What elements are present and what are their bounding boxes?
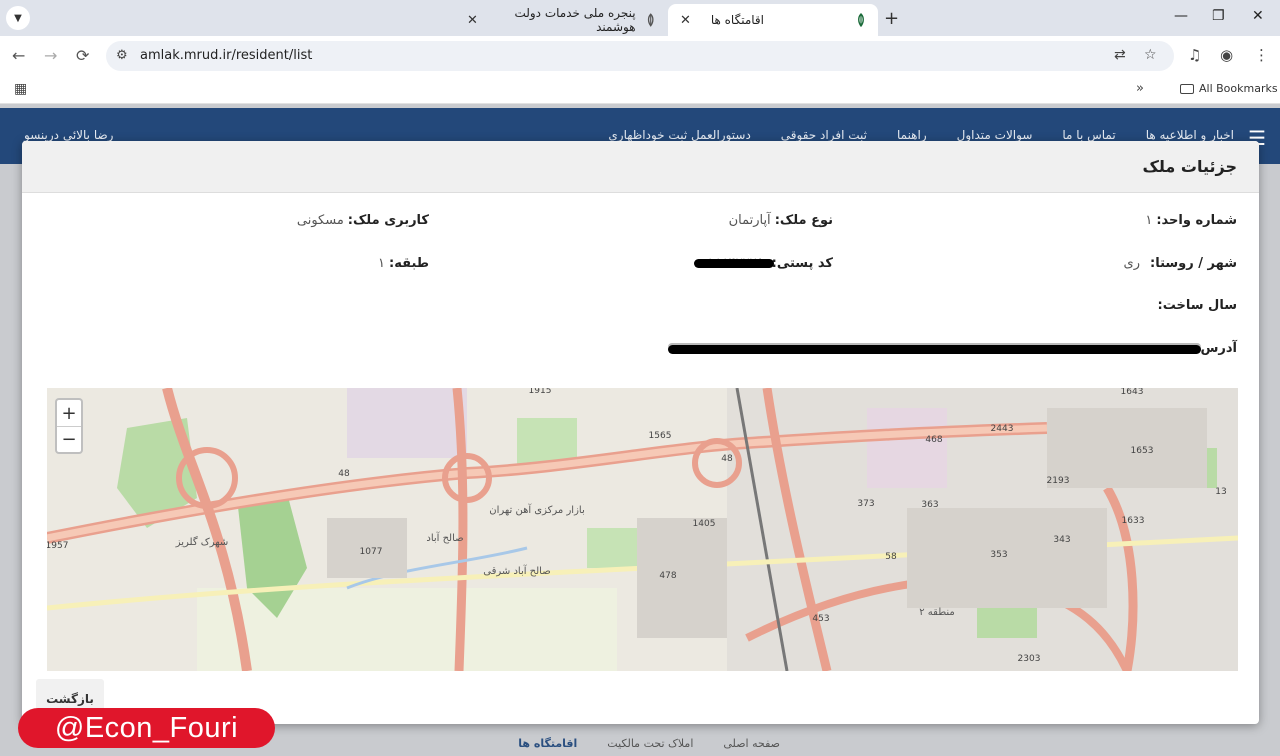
map-label: 1643: [1121, 388, 1144, 397]
media-icon[interactable]: ♫: [1188, 46, 1201, 64]
redaction-mark: [694, 259, 774, 268]
forward-arrow-icon[interactable]: →: [44, 46, 57, 65]
zoom-in-button[interactable]: +: [57, 400, 81, 426]
reload-icon[interactable]: ⟳: [76, 46, 89, 65]
zoom-out-button[interactable]: −: [57, 426, 81, 452]
more-menu-icon[interactable]: ⋮: [1254, 46, 1269, 64]
map-label: 373: [857, 499, 874, 509]
redaction-mark: [668, 345, 1201, 354]
bottom-nav-owned-properties[interactable]: املاک تحت مالکیت: [607, 737, 693, 750]
folder-icon: [1180, 83, 1194, 94]
map-label: 468: [925, 435, 942, 445]
map-zoom-control: + −: [55, 398, 83, 454]
tab-title: اقامتگاه ها: [710, 13, 764, 27]
menu-item-faq[interactable]: سوالات متداول: [957, 128, 1033, 142]
map-label: 453: [812, 614, 829, 624]
property-details-modal: جزئیات ملک شماره واحد:۱ نوع ملک:آپارتمان…: [22, 141, 1259, 724]
map-label: 1405: [693, 519, 716, 529]
field-floor: طبقه:۱: [378, 256, 429, 271]
field-unit-number: شماره واحد:۱: [1145, 213, 1237, 228]
tab-title: پنجره ملی خدمات دولت هوشمند: [514, 6, 636, 34]
map-label: 1077: [360, 547, 383, 557]
map-label: 2193: [1047, 476, 1070, 486]
modal-header: جزئیات ملک: [22, 141, 1259, 193]
more-bookmarks-icon[interactable]: »: [1136, 81, 1144, 96]
close-window-icon[interactable]: ✕: [1252, 8, 1264, 24]
bottom-nav: صفحه اصلی املاک تحت مالکیت اقامتگاه ها: [500, 722, 780, 756]
profile-icon[interactable]: ◉: [1220, 46, 1233, 64]
menu-item-instructions[interactable]: دستورالعمل ثبت خوداظهاری: [608, 128, 750, 142]
location-map[interactable]: 1915 1565 468 2443 1643 1653 2193 13 163…: [47, 388, 1238, 671]
map-label: 363: [921, 500, 938, 510]
tab-government-portal[interactable]: پنجره ملی خدمات دولت هوشمند ✕: [455, 4, 667, 36]
translate-icon[interactable]: ⇄: [1114, 47, 1126, 63]
map-label: 1653: [1131, 446, 1154, 456]
tab-search-button[interactable]: ▼: [6, 6, 30, 30]
map-label: 1565: [649, 431, 672, 441]
iran-emblem-icon: [858, 13, 864, 27]
menu-item-legal-entities[interactable]: ثبت افراد حقوقی: [781, 128, 867, 142]
map-label: 353: [990, 550, 1007, 560]
modal-title: جزئیات ملک: [1142, 157, 1238, 176]
apps-grid-icon[interactable]: ▦: [14, 81, 27, 97]
bookmarks-bar: ▦ » All Bookmarks: [0, 76, 1280, 104]
site-info-icon[interactable]: ⚙: [116, 48, 128, 63]
map-label: شهرک گلریز: [175, 536, 229, 548]
address-bar[interactable]: ⚙ amlak.mrud.ir/resident/list ⇄ ☆: [106, 41, 1174, 71]
field-usage: کاربری ملک:مسکونی: [296, 213, 429, 228]
menu-item-news[interactable]: اخبار و اطلاعیه ها: [1146, 128, 1234, 142]
map-label: صالح آباد: [426, 531, 463, 544]
map-label: 13: [1215, 487, 1226, 497]
all-bookmarks[interactable]: All Bookmarks: [1180, 82, 1278, 95]
user-name[interactable]: رضا بالائی درینسو: [24, 128, 113, 142]
map-label: 2443: [991, 424, 1014, 434]
tab-strip: ▼ پنجره ملی خدمات دولت هوشمند ✕ اقامتگاه…: [0, 0, 1280, 36]
toolbar: ← → ⟳ ⚙ amlak.mrud.ir/resident/list ⇄ ☆ …: [0, 36, 1280, 76]
chevron-down-icon: ▼: [14, 12, 22, 24]
iran-emblem-icon: [647, 13, 654, 27]
site-menu: اخبار و اطلاعیه ها تماس با ما سوالات متد…: [608, 128, 1234, 142]
map-label: صالح آباد شرقی: [483, 564, 550, 577]
close-tab-icon[interactable]: ✕: [678, 13, 691, 28]
url-text: amlak.mrud.ir/resident/list: [140, 48, 313, 63]
minimize-icon[interactable]: —: [1174, 8, 1188, 24]
bookmark-star-icon[interactable]: ☆: [1144, 47, 1157, 63]
field-build-year: سال ساخت:: [1157, 298, 1237, 313]
map-label: 2303: [1018, 654, 1041, 664]
maximize-icon[interactable]: ❐: [1212, 8, 1225, 24]
menu-item-guide[interactable]: راهنما: [897, 128, 927, 142]
field-property-type: نوع ملک:آپارتمان: [728, 213, 833, 228]
watermark-badge: @Econ_Fouri: [18, 708, 275, 748]
close-tab-icon[interactable]: ✕: [465, 13, 478, 28]
map-label: بازار مرکزی آهن تهران: [489, 503, 584, 516]
field-city: شهر / روستا:ری: [1123, 256, 1237, 271]
map-label: منطقه ۲: [919, 607, 955, 618]
map-label: 343: [1053, 535, 1070, 545]
tab-residences[interactable]: اقامتگاه ها ✕: [668, 4, 878, 36]
map-label: 1957: [47, 541, 68, 551]
bottom-nav-residences[interactable]: اقامتگاه ها: [518, 737, 577, 750]
new-tab-icon[interactable]: +: [884, 8, 899, 29]
map-label: 478: [659, 571, 676, 581]
map-label: 1633: [1122, 516, 1145, 526]
back-arrow-icon[interactable]: ←: [12, 46, 25, 65]
map-label: 58: [885, 552, 897, 562]
map-label: 48: [721, 454, 733, 464]
menu-item-contact[interactable]: تماس با ما: [1062, 128, 1115, 142]
map-tiles: 1915 1565 468 2443 1643 1653 2193 13 163…: [47, 388, 1238, 671]
bottom-nav-home[interactable]: صفحه اصلی: [723, 737, 780, 750]
map-label: 1915: [529, 388, 552, 396]
map-label: 48: [338, 469, 350, 479]
